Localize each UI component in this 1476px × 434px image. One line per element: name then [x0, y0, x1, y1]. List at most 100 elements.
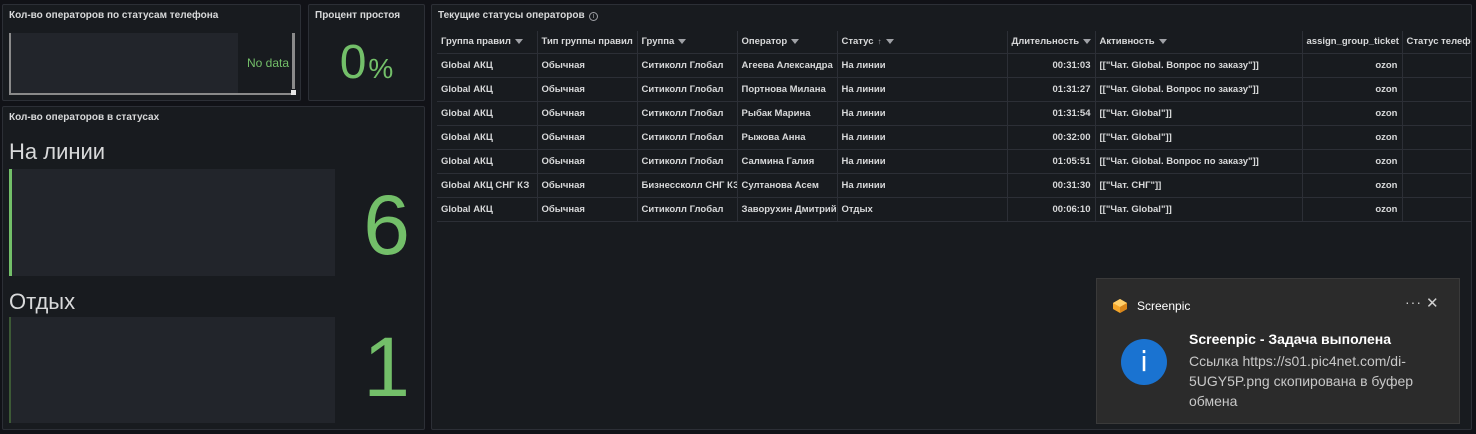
table-cell: Global АКЦ [437, 149, 538, 174]
panel-title[interactable]: Кол-во операторов по статусам телефона [9, 10, 218, 21]
table-cell: ozon [1302, 101, 1403, 126]
table-cell: Обычная [537, 77, 638, 102]
table-cell [1402, 101, 1471, 126]
table-cell: [["Чат. Global. Вопрос по заказу"]] [1095, 53, 1303, 78]
column-header-label: Статус телефона [1406, 36, 1472, 48]
table-row[interactable]: Global АКЦ Обычная Ситиколл Глобал Рыжова А… [437, 125, 1471, 150]
filter-icon[interactable] [678, 39, 687, 45]
table-cell: 01:31:27 [1007, 77, 1096, 102]
column-header[interactable]: assign_group_ticket [1302, 31, 1403, 54]
panel-title[interactable]: Текущие статусы операторов [438, 10, 585, 21]
column-header[interactable]: Активность [1095, 31, 1303, 54]
table-cell: Салмина Галия [737, 149, 838, 174]
column-header[interactable]: Статус телефона [1402, 31, 1472, 54]
table-cell: ozon [1302, 173, 1403, 198]
status-count-rest: 1 [363, 320, 410, 414]
table-cell: 00:31:03 [1007, 53, 1096, 78]
table-row[interactable]: Global АКЦ Обычная Ситиколл Глобал Портнова… [437, 77, 1471, 102]
info-circle-icon: i [1121, 339, 1167, 385]
y-scrollbar[interactable] [292, 33, 295, 89]
filter-icon[interactable] [1158, 39, 1167, 45]
table-cell: 00:32:00 [1007, 125, 1096, 150]
table-cell: Ситиколл Глобал [637, 53, 738, 78]
status-counts-panel: Кол-во операторов в статусах На линии 6 … [2, 106, 425, 430]
toast-body: Ссылка https://s01.pic4net.com/di-5UGY5P… [1189, 353, 1414, 409]
idle-percent-value: 0% [309, 35, 424, 90]
column-header[interactable]: Тип группы правил [537, 31, 638, 54]
status-bar-accent [9, 169, 12, 276]
table-cell: Обычная [537, 149, 638, 174]
status-label-online: На линии [9, 139, 106, 164]
column-header[interactable]: Оператор [737, 31, 838, 54]
table-cell: Global АКЦ СНГ КЗ [437, 173, 538, 198]
table-row[interactable]: Global АКЦ СНГ КЗ Обычная Бизнессколл СНГ … [437, 173, 1471, 198]
sort-ascending-icon[interactable]: ↑ [878, 37, 882, 46]
table-cell: 00:31:30 [1007, 173, 1096, 198]
idle-percent-panel: Процент простоя 0% [308, 4, 425, 101]
table-row[interactable]: Global АКЦ Обычная Ситиколл Глобал Салмина … [437, 149, 1471, 174]
table-cell: На линии [837, 101, 1008, 126]
table-cell: ozon [1302, 197, 1403, 222]
table-cell: 01:31:54 [1007, 101, 1096, 126]
panel-title[interactable]: Кол-во операторов в статусах [9, 112, 159, 123]
column-header-label: Длительность [1011, 36, 1080, 48]
panel-title[interactable]: Процент простоя [315, 10, 400, 21]
column-header[interactable]: Группа правил [437, 31, 538, 54]
column-header-label: Активность [1099, 36, 1155, 48]
phone-status-panel: Кол-во операторов по статусам телефона N… [2, 4, 301, 101]
table-cell: Ситиколл Глобал [637, 101, 738, 126]
table-body: Global АКЦ Обычная Ситиколл Глобал Агеева А… [437, 53, 1471, 222]
table-cell: Рыбак Марина [737, 101, 838, 126]
table-cell: Обычная [537, 53, 638, 78]
table-cell [1402, 149, 1471, 174]
more-options-button[interactable]: ··· [1405, 294, 1422, 310]
table-cell: Global АКЦ [437, 101, 538, 126]
column-header-label: Статус [841, 36, 874, 48]
filter-icon[interactable] [1083, 39, 1092, 45]
toast-notification[interactable]: Screenpic ··· ✕ i Screenpic - Задача вып… [1096, 278, 1460, 424]
info-icon[interactable]: i [589, 12, 598, 21]
filter-icon[interactable] [514, 39, 523, 45]
table-cell [1402, 125, 1471, 150]
column-header[interactable]: Статус ↑ [837, 31, 1008, 54]
table-cell: [["Чат. Global"]] [1095, 125, 1303, 150]
status-bar-online [9, 169, 335, 276]
column-header-label: Тип группы правил [541, 36, 633, 48]
table-cell: Ситиколл Глобал [637, 149, 738, 174]
table-cell: Заворухин Дмитрий [737, 197, 838, 222]
no-data-label: No data [247, 56, 290, 70]
table-cell: 01:05:51 [1007, 149, 1096, 174]
table-cell: Обычная [537, 197, 638, 222]
table-cell: ozon [1302, 77, 1403, 102]
resize-handle[interactable] [291, 90, 296, 95]
table-cell [1402, 53, 1471, 78]
x-axis-scrollbar[interactable] [11, 93, 291, 95]
table-cell: [["Чат. Global. Вопрос по заказу"]] [1095, 77, 1303, 102]
status-count-online: 6 [363, 178, 410, 272]
table-cell: Обычная [537, 125, 638, 150]
status-label-rest: Отдых [9, 289, 76, 314]
table-cell: Ситиколл Глобал [637, 77, 738, 102]
table-row[interactable]: Global АКЦ Обычная Ситиколл Глобал Агеева А… [437, 53, 1471, 78]
table-cell: Обычная [537, 173, 638, 198]
table-cell: Бизнессколл СНГ КЗ [637, 173, 738, 198]
chart-area [9, 33, 238, 95]
column-header[interactable]: Группа [637, 31, 738, 54]
table-row[interactable]: Global АКЦ Обычная Ситиколл Глобал Заворухи… [437, 197, 1471, 222]
filter-icon[interactable] [885, 39, 894, 45]
table-cell: На линии [837, 77, 1008, 102]
table-cell: Ситиколл Глобал [637, 125, 738, 150]
table-cell: Отдых [837, 197, 1008, 222]
table-cell: [["Чат. Global. Вопрос по заказу"]] [1095, 149, 1303, 174]
filter-icon[interactable] [791, 39, 800, 45]
table-cell: Global АКЦ [437, 77, 538, 102]
toast-app-name: Screenpic [1137, 299, 1191, 313]
column-header-label: assign_group_ticket [1306, 36, 1399, 48]
column-header-label: Оператор [741, 36, 788, 48]
table-row[interactable]: Global АКЦ Обычная Ситиколл Глобал Рыбак Ма… [437, 101, 1471, 126]
table-cell [1402, 173, 1471, 198]
toast-title: Screenpic - Задача выполена [1189, 331, 1392, 347]
table-cell: Обычная [537, 101, 638, 126]
close-button[interactable]: ✕ [1426, 294, 1439, 312]
column-header[interactable]: Длительность [1007, 31, 1096, 54]
